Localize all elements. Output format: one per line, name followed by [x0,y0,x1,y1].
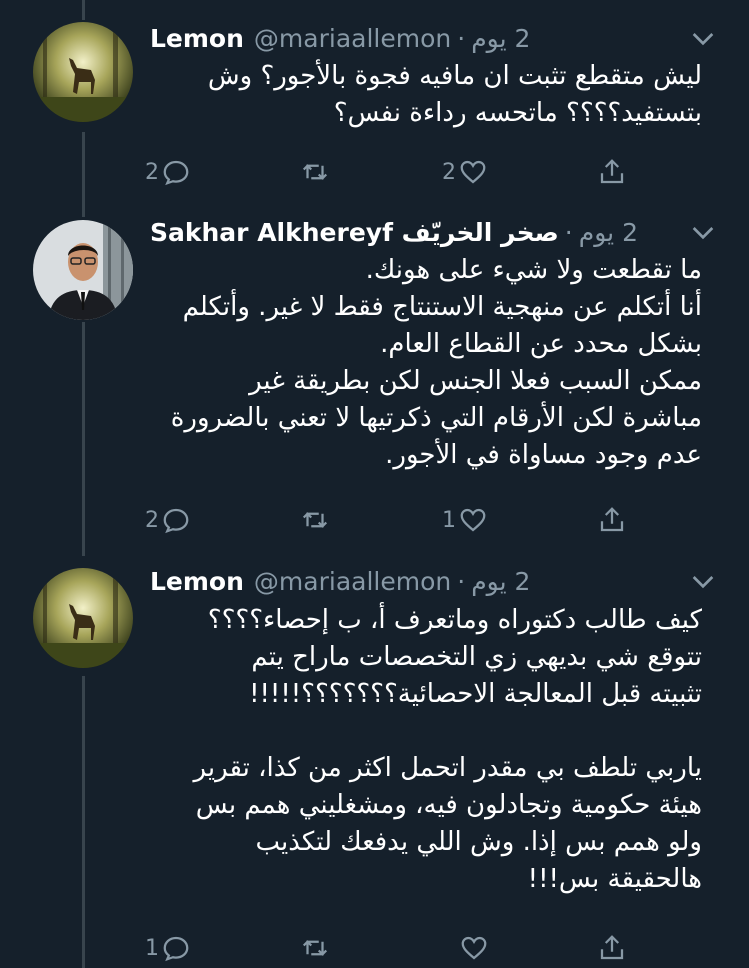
heart-icon [461,936,487,960]
avatar[interactable] [33,568,133,668]
tweet-text: كيف طالب دكتوراه وماتعرف أ، ب إحصاء؟؟؟؟ … [150,602,702,898]
tweet-line: مباشرة لكن الأرقام التي ذكرتيها لا تعني … [170,403,702,433]
deer-in-forest-avatar [33,568,133,668]
display-name[interactable]: Lemon [150,567,244,596]
reply-icon [163,936,189,962]
tweet-actions: 2 2 [145,154,645,190]
tweet-line: عدم وجود مساواة في الأجور. [385,440,702,470]
timestamp[interactable]: 2 يوم [471,24,530,53]
tweet-line: أنا أتكلم عن منهجية الاستنتاج فقط لا غير… [182,292,702,322]
retweet-button[interactable] [300,154,332,190]
user-handle[interactable]: @mariaallemon [254,567,451,596]
timestamp[interactable]: 2 يوم [579,218,638,247]
reply-count: 2 [145,159,159,185]
user-handle[interactable]: @mariaallemon [254,24,451,53]
tweet-line: ليش متقطع تثبت ان مافيه فجوة بالأجور؟ وش [207,61,702,91]
share-icon [600,935,624,960]
tweet-line: بتستفيد؟؟؟؟ ماتحسه رداءة نفس؟ [333,98,702,128]
separator-dot: · [457,23,466,53]
retweet-icon [302,164,328,180]
share-button[interactable] [597,154,627,190]
tweet-text: ليش متقطع تثبت ان مافيه فجوة بالأجور؟ وش… [150,58,702,132]
tweet-line: تثبيته قبل المعالجة الاحصائية؟؟؟؟؟؟؟!!!!… [249,679,702,709]
retweet-button[interactable] [300,502,332,538]
timestamp[interactable]: 2 يوم [471,567,530,596]
share-button[interactable] [597,502,627,538]
chevron-down-icon[interactable] [687,216,719,248]
tweet-line: ياربي تلطف بي مقدر اتحمل اكثر من كذا، تق… [193,753,702,783]
tweet-line: ممكن السبب فعلا الجنس لكن بطريقة غير [249,366,702,396]
tweet[interactable]: Lemon @mariaallemon · 2 يوم ليش متقطع تث… [0,0,749,200]
tweet-line: كيف طالب دكتوراه وماتعرف أ، ب إحصاء؟؟؟؟ [207,605,702,635]
display-name[interactable]: Sakhar Alkhereyf صخر الخريّف [150,218,559,247]
tweet-header: Sakhar Alkhereyf صخر الخريّف · 2 يوم [150,214,719,250]
chevron-down-icon[interactable] [687,565,719,597]
chevron-down-icon[interactable] [687,22,719,54]
tweet-header: Lemon @mariaallemon · 2 يوم [150,20,719,56]
avatar[interactable] [33,22,133,122]
reply-count: 1 [145,935,159,961]
tweet-line: تتوقع شي بديهي زي التخصصات ماراح يتم [251,642,702,672]
share-icon [600,159,624,184]
deer-in-forest-avatar [33,22,133,122]
tweet-text: ما تقطعت ولا شيء على هونك. أنا أتكلم عن … [150,252,702,474]
tweet[interactable]: Lemon @mariaallemon · 2 يوم كيف طالب دكت… [0,550,749,968]
tweet-actions: 1 [145,930,645,966]
retweet-icon [302,512,328,528]
heart-icon [460,160,486,184]
like-count: 2 [442,159,456,185]
tweet-line: هيئة حكومية وتجادلون فيه، ومشغليني همم ب… [195,790,702,820]
separator-dot: · [457,566,466,596]
like-button[interactable]: 1 [442,502,488,538]
tweet[interactable]: Sakhar Alkhereyf صخر الخريّف · 2 يوم ما … [0,200,749,550]
separator-dot: · [564,217,573,247]
tweet-line: ولو همم بس إذا. وش اللي يدفعك لتكذيب [255,827,702,857]
reply-count: 2 [145,507,159,533]
like-count: 1 [442,507,456,533]
reply-button[interactable]: 1 [145,930,191,966]
like-button[interactable]: 2 [442,154,488,190]
retweet-button[interactable] [300,930,332,966]
man-in-suit-avatar [33,220,133,320]
display-name[interactable]: Lemon [150,24,244,53]
tweet-line: ما تقطعت ولا شيء على هونك. [365,255,702,285]
share-button[interactable] [597,930,627,966]
like-button[interactable] [457,930,489,966]
reply-button[interactable]: 2 [145,154,191,190]
tweet-header: Lemon @mariaallemon · 2 يوم [150,563,719,599]
reply-button[interactable]: 2 [145,502,191,538]
reply-icon [163,160,189,186]
retweet-icon [302,940,328,956]
share-icon [600,507,624,532]
tweet-actions: 2 1 [145,502,645,538]
tweet-line: هالحقيقة بس!!! [527,864,702,894]
heart-icon [460,508,486,532]
reply-icon [163,508,189,534]
tweet-line [150,713,702,750]
avatar[interactable] [33,220,133,320]
tweet-line: بشكل محدد عن القطاع العام. [380,329,702,359]
